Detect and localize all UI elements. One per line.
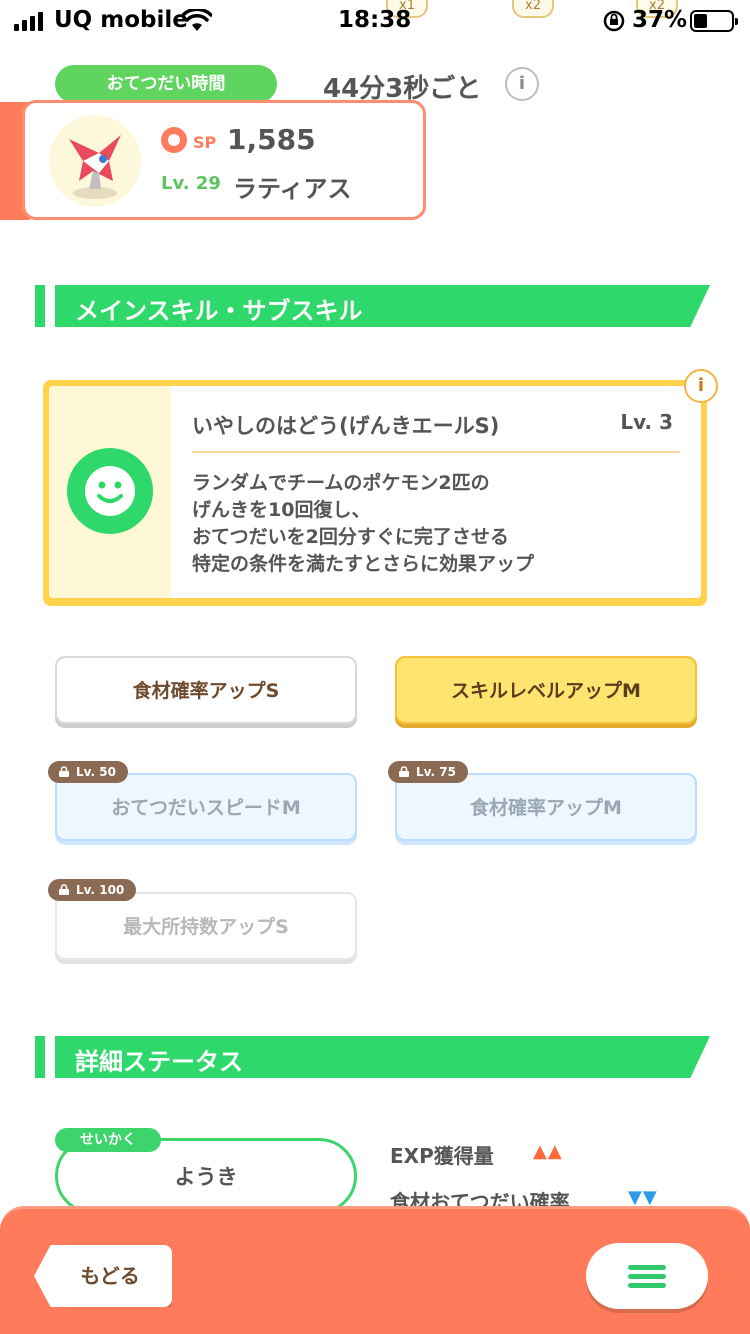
back-button[interactable]: もどる	[34, 1245, 172, 1307]
helper-time-label: おてつだい時間	[55, 65, 277, 103]
sub-skill-4-button[interactable]: 食材確率アップM	[395, 773, 697, 841]
status-bar: UQ mobile x1 18:38 x2 x2 37%	[0, 0, 750, 44]
behind-badge-2: x2	[512, 0, 554, 18]
sp-value: 1,585	[227, 123, 316, 156]
carrier-name: UQ mobile	[54, 7, 188, 33]
main-skill-description: ランダムでチームのポケモン2匹の げんきを10回復し、 おてつだいを2回分すぐに…	[192, 472, 535, 575]
main-skill-info-button[interactable]: i	[684, 369, 718, 403]
battery-icon	[690, 10, 738, 32]
clock: 18:38	[338, 7, 412, 33]
stat-label-exp: EXP獲得量	[390, 1144, 494, 1168]
main-skill-name: いやしのはどう(げんきエールS)	[192, 414, 500, 438]
pokemon-name: ラティアス	[233, 175, 352, 203]
details-section-header: 詳細ステータス	[35, 1036, 710, 1078]
pokemon-image	[49, 115, 141, 207]
wifi-icon	[182, 9, 212, 31]
rotation-lock-icon	[603, 10, 625, 32]
skills-section-header: メインスキル・サブスキル	[35, 285, 710, 327]
smile-icon	[67, 448, 153, 534]
details-section-title: 詳細ステータス	[75, 1048, 243, 1076]
nature-tag: せいかく	[55, 1128, 161, 1152]
sub-skill-3-lock-tag: Lv. 50	[48, 761, 128, 783]
skill-divider	[192, 451, 680, 453]
menu-icon	[628, 1265, 666, 1270]
sp-icon	[161, 127, 187, 153]
pokemon-card[interactable]: SP 1,585 Lv. 29 ラティアス	[22, 100, 426, 220]
lock-icon	[59, 884, 69, 895]
main-skill-card[interactable]: いやしのはどう(げんきエールS) Lv. 3 ランダムでチームのポケモン2匹の …	[43, 380, 707, 606]
sub-skill-5-lock-tag: Lv. 100	[48, 879, 137, 901]
stat-down-arrows: ▼▼	[628, 1187, 658, 1208]
sub-skill-5-button[interactable]: 最大所持数アップS	[55, 892, 357, 960]
sub-skill-1-button[interactable]: 食材確率アップS	[55, 656, 357, 724]
sub-skill-4-lock-tag: Lv. 75	[388, 761, 468, 783]
pokemon-level: Lv. 29	[161, 173, 221, 194]
signal-icon	[14, 11, 43, 31]
battery-percent: 37%	[632, 7, 688, 33]
skills-section-title: メインスキル・サブスキル	[75, 297, 363, 325]
menu-button[interactable]	[586, 1243, 708, 1309]
sub-skill-3-button[interactable]: おてつだいスピードM	[55, 773, 357, 841]
sp-label: SP	[193, 133, 217, 152]
main-skill-level: Lv. 3	[620, 410, 673, 434]
bottom-bar: もどる	[0, 1206, 750, 1334]
lock-icon	[59, 766, 69, 777]
helper-info-button[interactable]: i	[505, 67, 539, 101]
stat-up-arrows: ▲▲	[533, 1141, 563, 1162]
lock-icon	[399, 766, 409, 777]
sub-skill-2-button[interactable]: スキルレベルアップM	[395, 656, 697, 724]
